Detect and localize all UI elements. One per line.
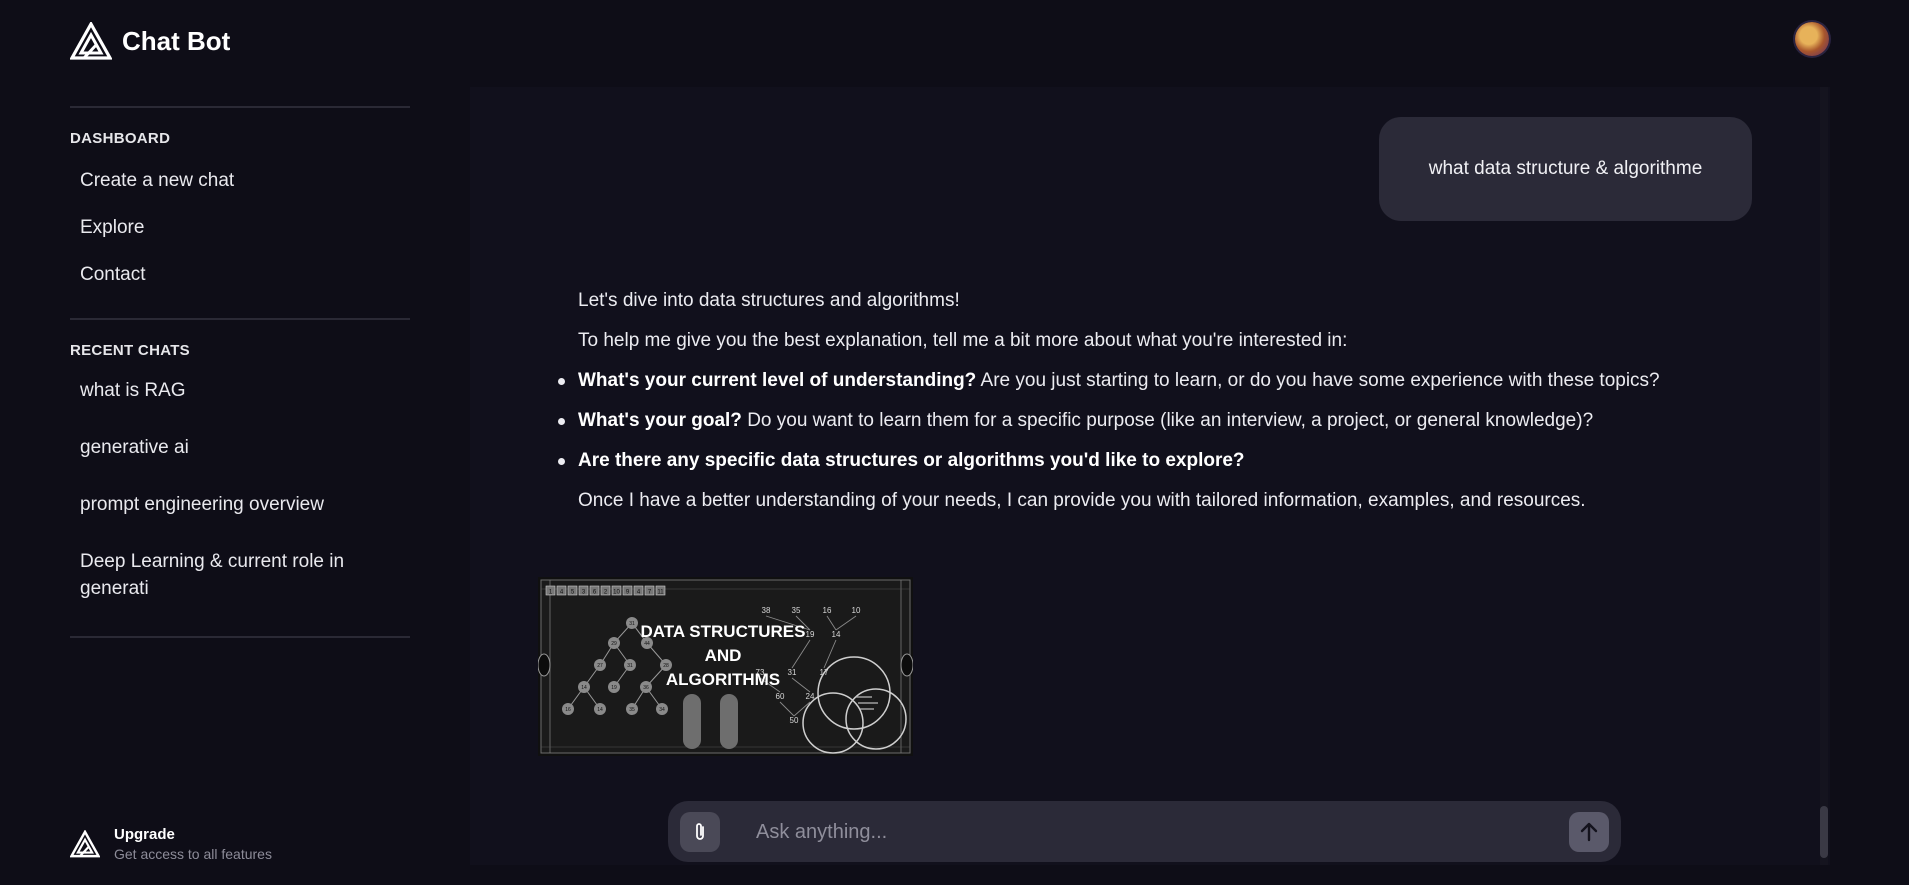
attach-button[interactable] — [680, 812, 720, 852]
tree-node-label: 35 — [629, 707, 635, 713]
top-bar: Chat Bot — [0, 0, 1909, 86]
recent-chat-item[interactable]: prompt engineering overview — [70, 491, 390, 518]
image-title-line: ALGORITHMS — [666, 670, 780, 689]
tree-value-label: 31 — [788, 668, 797, 677]
array-cell-label: 11 — [657, 590, 664, 596]
assistant-message: Let's dive into data structures and algo… — [558, 287, 1778, 527]
tree-node-label: 31 — [627, 663, 633, 669]
tree-node-label: 36 — [643, 685, 649, 691]
assistant-prompt: To help me give you the best explanation… — [578, 330, 1348, 351]
bullet-bold: What's your current level of understandi… — [578, 370, 977, 391]
send-button[interactable] — [1569, 812, 1609, 852]
tree-node-label: 27 — [597, 663, 603, 669]
upgrade-link[interactable]: Upgrade Get access to all features — [70, 826, 272, 862]
tree-value-label: 50 — [790, 716, 799, 725]
data-structures-image[interactable]: 1 4 5 3 6 2 10 9 4 7 11 31 29 44 27 31 28 14 19 36 16 14 35 34… — [538, 577, 913, 756]
app-title: Chat Bot — [122, 25, 231, 56]
bullet-text: Do you want to learn them for a specific… — [741, 410, 1594, 431]
tree-value-label: 38 — [762, 606, 771, 615]
assistant-bullet-list: What's your current level of understandi… — [558, 367, 1778, 487]
nav-create-new-chat[interactable]: Create a new chat — [70, 157, 410, 204]
user-message-bubble: what data structure & algorithme — [1379, 117, 1752, 221]
assistant-intro: Let's dive into data structures and algo… — [578, 290, 960, 311]
array-cell-label: 10 — [613, 590, 620, 596]
recent-chats-list: what is RAG generative ai prompt enginee… — [70, 377, 410, 602]
chat-scrollbar-thumb[interactable] — [1820, 806, 1828, 858]
arrow-up-icon — [1580, 822, 1598, 842]
sidebar-divider — [70, 318, 410, 320]
tree-value-label: 16 — [823, 606, 832, 615]
recent-chat-item[interactable]: Deep Learning & current role in generati — [70, 548, 390, 602]
tree-value-label: 35 — [792, 606, 801, 615]
chat-scrollbar-track[interactable] — [1820, 87, 1828, 865]
list-item: What's your goal? Do you want to learn t… — [558, 407, 1778, 447]
tree-value-label: 10 — [852, 606, 861, 615]
recent-chats-section-title: RECENT CHATS — [70, 342, 190, 359]
tree-node-label: 19 — [611, 685, 617, 691]
recent-chat-item[interactable]: generative ai — [70, 434, 390, 461]
sidebar-divider — [70, 636, 410, 638]
sidebar: DASHBOARD Create a new chat Explore Cont… — [70, 106, 410, 638]
upgrade-title: Upgrade — [114, 826, 175, 843]
recent-chat-item[interactable]: what is RAG — [70, 377, 390, 404]
tree-node-label: 14 — [597, 707, 603, 713]
bullet-bold: Are there any specific data structures o… — [578, 450, 1245, 471]
tree-value-label: 14 — [832, 630, 841, 639]
tree-node-label: 29 — [611, 641, 617, 647]
brand[interactable]: Chat Bot — [70, 22, 230, 60]
tree-node-label: 16 — [565, 707, 571, 713]
triangle-logo-icon — [70, 830, 100, 858]
nav-contact[interactable]: Contact — [70, 251, 410, 298]
triangle-logo-icon — [70, 22, 112, 60]
tree-node-label: 44 — [644, 641, 650, 647]
bullet-text: Are you just starting to learn, or do yo… — [976, 370, 1660, 391]
message-input[interactable] — [754, 811, 1518, 853]
upgrade-subtitle: Get access to all features — [114, 846, 272, 862]
tree-node-label: 28 — [663, 663, 669, 669]
user-avatar[interactable] — [1795, 22, 1829, 56]
array-cells: 1 4 5 3 6 2 10 9 4 7 11 — [545, 585, 666, 596]
list-item: Are there any specific data structures o… — [558, 447, 1778, 487]
list-item: What's your current level of understandi… — [558, 367, 1778, 407]
message-composer — [668, 801, 1621, 862]
dashboard-section-title: DASHBOARD — [70, 130, 171, 147]
image-title-line: DATA STRUCTURES — [641, 622, 806, 641]
user-message-text: what data structure & algorithme — [1428, 158, 1703, 179]
image-title-line: AND — [705, 646, 742, 665]
nav-explore[interactable]: Explore — [70, 204, 410, 251]
tree-node-label: 14 — [581, 685, 587, 691]
tree-node-label: 31 — [629, 621, 635, 627]
tree-node-label: 34 — [659, 707, 665, 713]
tree-value-label: 19 — [806, 630, 815, 639]
tree-value-label: 60 — [776, 692, 785, 701]
assistant-closing: Once I have a better understanding of yo… — [578, 490, 1586, 511]
sidebar-divider — [70, 106, 410, 108]
bullet-bold: What's your goal? — [578, 410, 742, 431]
paperclip-icon — [696, 823, 704, 840]
